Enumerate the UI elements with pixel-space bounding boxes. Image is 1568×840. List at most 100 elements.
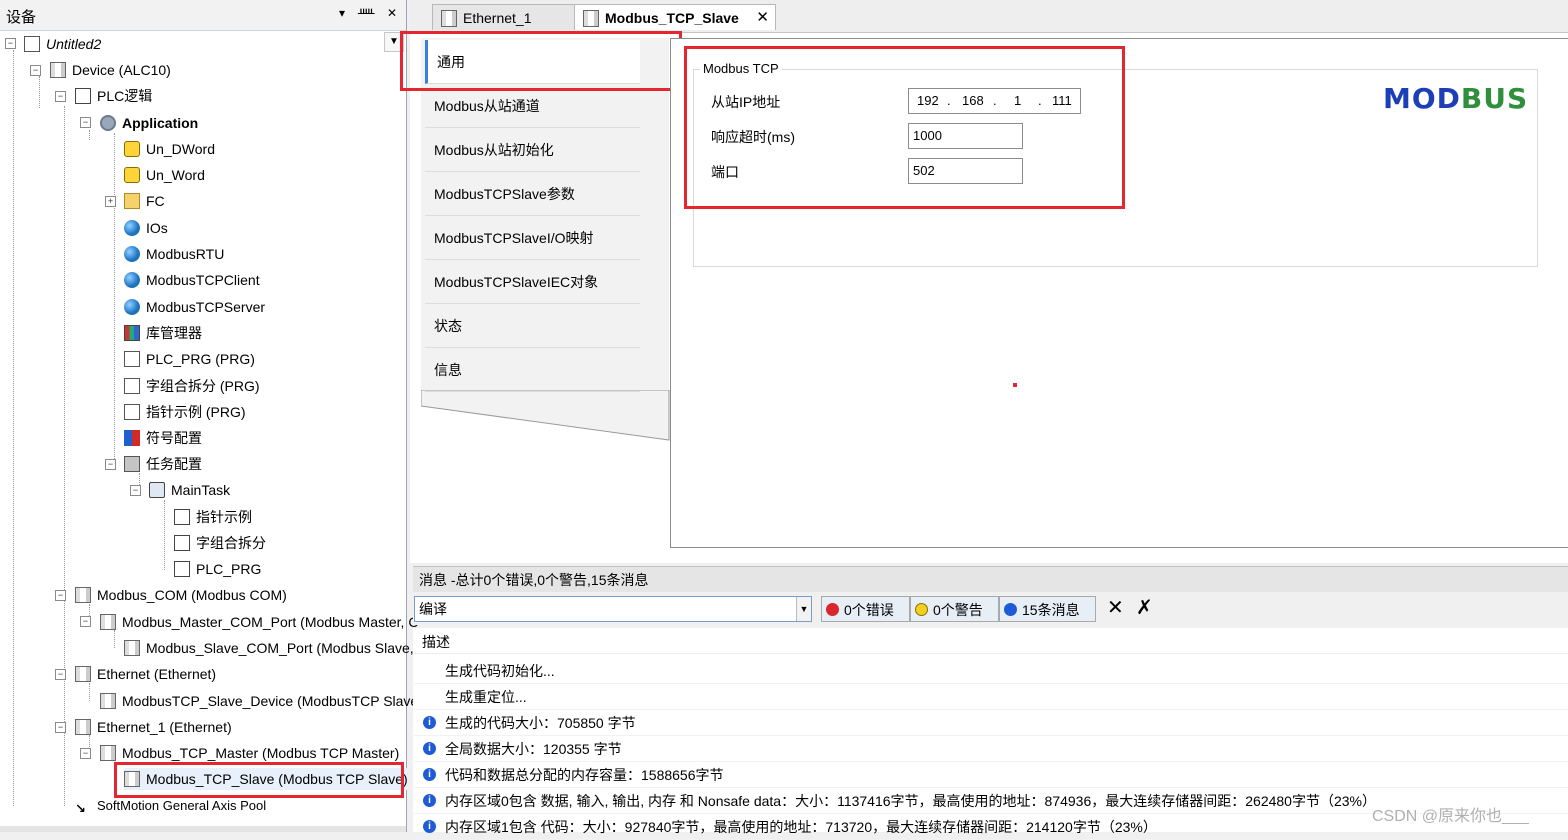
tree-node-task-plc-prg[interactable]: PLC_PRG (174, 558, 261, 580)
nav-item-tcp-slave-io-mapping[interactable]: ModbusTCPSlaveI/O映射 (425, 216, 640, 260)
tree-node-modbus-com[interactable]: Modbus_COM (Modbus COM) (75, 584, 287, 606)
error-icon (826, 603, 839, 616)
tree-node-un-word[interactable]: Un_Word (124, 164, 205, 186)
variable-icon (124, 141, 140, 157)
tree-node-un-dword[interactable]: Un_DWord (124, 138, 215, 160)
nav-item-tcp-slave-iec-objects[interactable]: ModbusTCPSlaveIEC对象 (425, 260, 640, 304)
collapse-icon[interactable]: − (55, 590, 66, 601)
info-icon (1004, 603, 1017, 616)
tree-node-modbusrtu[interactable]: ModbusRTU (124, 243, 224, 265)
program-icon (124, 404, 140, 420)
collapse-icon[interactable]: − (55, 91, 66, 102)
tree-node-modbustcpserver[interactable]: ModbusTCPServer (124, 296, 265, 318)
info-icon: i (423, 820, 436, 833)
tree-node-device[interactable]: Device (ALC10) (50, 59, 171, 81)
device-panel-header: 设备 ▾ ᚊ ✕ (0, 0, 406, 31)
tree-node-label: 字组合拆分 (196, 535, 266, 551)
collapse-icon[interactable]: − (80, 616, 91, 627)
collapse-icon[interactable]: − (80, 748, 91, 759)
tree-node-plc-logic[interactable]: PLC逻辑 (75, 85, 152, 107)
tree-node-project[interactable]: Untitled2 (24, 33, 101, 55)
task-icon (149, 482, 165, 498)
message-row[interactable]: 生成重定位... (414, 684, 1568, 710)
close-icon[interactable]: ✕ (384, 6, 400, 24)
errors-count: 0个错误 (844, 602, 894, 618)
tree-node-label: ModbusTCPServer (146, 299, 266, 315)
side-nav-slant (421, 390, 670, 441)
tree-node-label: IOs (146, 220, 168, 236)
pin-icon[interactable]: ᚊ (358, 6, 374, 24)
tree-node-modbustcpclient[interactable]: ModbusTCPClient (124, 269, 260, 291)
column-header-description[interactable]: 描述 (414, 630, 1568, 654)
chevron-down-icon[interactable]: ▼ (796, 597, 811, 621)
tree-node-library-manager[interactable]: 库管理器 (124, 322, 202, 344)
tree-node-fc-folder[interactable]: FC (124, 190, 165, 212)
tab-modbus-tcp-slave[interactable]: Modbus_TCP_Slave ✕ (574, 4, 776, 30)
nav-item-info[interactable]: 信息 (425, 348, 640, 392)
program-icon (124, 351, 140, 367)
warnings-filter-button[interactable]: 0个警告 (910, 596, 999, 622)
tree-node-modbustcp-slave-device[interactable]: ModbusTCP_Slave_Device (ModbusTCP Slave … (100, 690, 432, 712)
messages-filter-button[interactable]: 15条消息 (999, 596, 1096, 622)
collapse-icon[interactable]: − (5, 38, 16, 49)
collapse-icon[interactable]: − (55, 669, 66, 680)
message-category-select[interactable]: 编译 ▼ (414, 596, 812, 622)
collapse-icon[interactable]: − (105, 459, 116, 470)
message-text: 生成重定位... (445, 689, 527, 705)
tree-node-modbus-master-com-port[interactable]: Modbus_Master_COM_Port (Modbus Master, C (100, 611, 418, 633)
message-row[interactable]: i 全局数据大小：120355 字节 (414, 736, 1568, 762)
tree-node-label: ModbusTCP_Slave_Device (ModbusTCP Slave … (122, 693, 433, 709)
nav-item-status[interactable]: 状态 (425, 304, 640, 348)
tree-node-modbus-slave-com-port[interactable]: Modbus_Slave_COM_Port (Modbus Slave, (124, 637, 414, 659)
collapse-icon[interactable]: − (30, 65, 41, 76)
tree-node-symbol-config[interactable]: 符号配置 (124, 427, 202, 449)
tree-node-label: Modbus_Master_COM_Port (Modbus Master, C (122, 614, 419, 630)
red-marker (1013, 383, 1017, 387)
messages-count: 15条消息 (1022, 602, 1080, 618)
program-call-icon (174, 509, 190, 525)
tree-node-label: 字组合拆分 (PRG) (146, 378, 260, 394)
symbol-config-icon (124, 430, 140, 446)
tree-node-softmotion-axis-pool[interactable]: ↘ SoftMotion General Axis Pool (75, 795, 266, 817)
tree-node-task-word-split[interactable]: 字组合拆分 (174, 532, 266, 554)
tree-node-application[interactable]: Application (100, 112, 198, 134)
errors-filter-button[interactable]: 0个错误 (821, 596, 910, 622)
panel-menu-icon[interactable]: ▾ (334, 6, 350, 24)
tree-node-ios[interactable]: IOs (124, 217, 168, 239)
message-row[interactable]: 生成代码初始化... (414, 658, 1568, 684)
tree-node-label: MainTask (171, 482, 231, 498)
tree-node-plc-prg[interactable]: PLC_PRG (PRG) (124, 348, 255, 370)
collapse-icon[interactable]: − (130, 485, 141, 496)
tree-node-maintask[interactable]: MainTask (149, 479, 230, 501)
nav-item-tcp-slave-params[interactable]: ModbusTCPSlave参数 (425, 172, 640, 216)
tree-node-task-pointer-example[interactable]: 指针示例 (174, 506, 252, 528)
device-icon (75, 666, 91, 682)
collapse-icon[interactable]: − (55, 722, 66, 733)
tab-ethernet-1[interactable]: Ethernet_1 (432, 4, 575, 30)
warning-icon (915, 603, 928, 616)
tree-node-label: PLC_PRG (196, 561, 262, 577)
logo-part-a: MOD (1383, 82, 1461, 115)
tree-node-label: PLC逻辑 (97, 88, 153, 104)
program-icon (124, 378, 140, 394)
message-row[interactable]: i 代码和数据总分配的内存容量：1588656字节 (414, 762, 1568, 788)
tree-node-label: 符号配置 (146, 430, 202, 446)
nav-item-modbus-slave-init[interactable]: Modbus从站初始化 (425, 128, 640, 172)
tree-node-ethernet-1[interactable]: Ethernet_1 (Ethernet) (75, 716, 232, 738)
clear-filtered-icon[interactable]: ✗ (1136, 597, 1153, 619)
tree-node-word-split-prg[interactable]: 字组合拆分 (PRG) (124, 375, 260, 397)
tree-node-pointer-example-prg[interactable]: 指针示例 (PRG) (124, 401, 246, 423)
close-tab-icon[interactable]: ✕ (756, 5, 769, 31)
expand-icon[interactable]: + (105, 196, 116, 207)
info-icon: i (423, 794, 436, 807)
collapse-icon[interactable]: − (80, 117, 91, 128)
tree-node-label: 指针示例 (196, 509, 252, 525)
tree-node-task-config[interactable]: 任务配置 (124, 453, 202, 475)
horizontal-scrollbar[interactable] (0, 826, 406, 832)
message-row[interactable]: i 生成的代码大小：705850 字节 (414, 710, 1568, 736)
clear-messages-icon[interactable]: ✕ (1107, 597, 1124, 619)
tree-node-modbus-tcp-master[interactable]: Modbus_TCP_Master (Modbus TCP Master) (100, 742, 399, 764)
tree-node-ethernet[interactable]: Ethernet (Ethernet) (75, 663, 216, 685)
tree-node-label: Un_Word (146, 167, 205, 183)
tree-node-label: 指针示例 (PRG) (146, 404, 246, 420)
